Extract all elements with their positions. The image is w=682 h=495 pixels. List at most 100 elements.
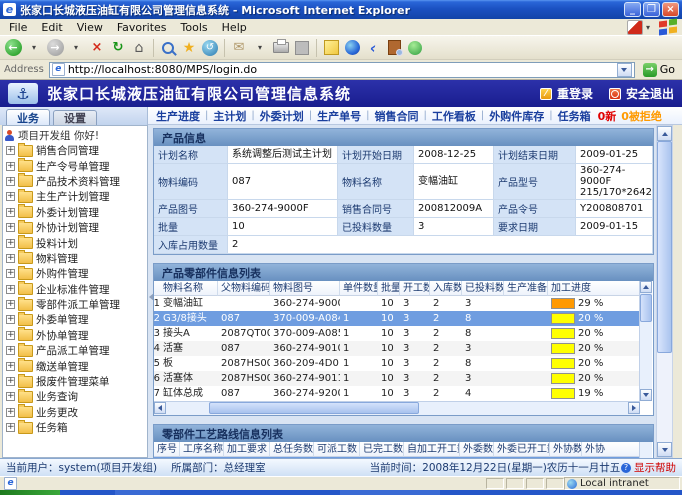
address-dropdown-icon[interactable]: [617, 63, 632, 77]
column-header[interactable]: 外协数: [550, 442, 582, 457]
stop-button[interactable]: ×: [88, 38, 106, 58]
column-header[interactable]: 已投料数: [462, 281, 504, 296]
sidebar-item[interactable]: +销售合同管理: [3, 143, 147, 158]
column-header[interactable]: 外委数: [460, 442, 494, 457]
relogin-button[interactable]: ⁄ 重登录: [540, 85, 593, 102]
column-header[interactable]: 生产准备: [504, 281, 548, 296]
sidebar-item[interactable]: +业务查询: [3, 389, 147, 404]
history-button[interactable]: ↺: [201, 38, 219, 58]
sidebar-item[interactable]: +投料计划: [3, 235, 147, 250]
sidebar-item[interactable]: +零部件派工单管理: [3, 297, 147, 312]
minimize-button[interactable]: _: [624, 2, 641, 17]
expand-icon[interactable]: +: [6, 269, 15, 278]
favorites-button[interactable]: ★: [180, 38, 198, 58]
home-button[interactable]: ⌂: [130, 38, 148, 58]
nav-item-2[interactable]: 外委计划: [260, 108, 304, 124]
sidebar-item[interactable]: +外购件管理: [3, 266, 147, 281]
scroll-left-icon[interactable]: [154, 402, 166, 414]
column-header[interactable]: 单件数量: [340, 281, 378, 296]
sidebar-item[interactable]: +主生产计划管理: [3, 189, 147, 204]
notes-button[interactable]: [322, 38, 340, 58]
nav-item-4[interactable]: 销售合同: [375, 108, 419, 124]
logout-button[interactable]: 安全退出: [609, 85, 674, 102]
expand-icon[interactable]: +: [6, 239, 15, 248]
sidebar-item[interactable]: +业务更改: [3, 405, 147, 420]
refresh-button[interactable]: ↻: [109, 38, 127, 58]
menu-item-tools[interactable]: Tools: [174, 20, 215, 35]
windows-taskbar[interactable]: [0, 490, 682, 495]
column-header[interactable]: 自加工开工数: [404, 442, 460, 457]
column-header[interactable]: 总任务数: [270, 442, 314, 457]
adobe-pdf-icon[interactable]: [627, 20, 643, 35]
scrollbar-thumb[interactable]: [209, 402, 419, 414]
expand-icon[interactable]: +: [6, 300, 15, 309]
column-header[interactable]: 工序名称: [180, 442, 224, 457]
expand-icon[interactable]: +: [6, 162, 15, 171]
sidebar-item[interactable]: +缴送单管理: [3, 358, 147, 373]
table-row[interactable]: 5板2087HS002360-209-4D01011032820 %: [154, 356, 640, 371]
flashget-icon[interactable]: ‹: [364, 38, 382, 58]
table-row[interactable]: 3接头A2087QT002370-009-A085011032820 %: [154, 326, 640, 341]
close-button[interactable]: ×: [662, 2, 679, 17]
expand-icon[interactable]: +: [6, 146, 15, 155]
menu-item-edit[interactable]: Edit: [34, 20, 69, 35]
expand-icon[interactable]: +: [6, 408, 15, 417]
menu-item-view[interactable]: View: [70, 20, 110, 35]
sidebar-item[interactable]: +外协计划管理: [3, 220, 147, 235]
sidebar-item[interactable]: +外协单管理: [3, 328, 147, 343]
column-header[interactable]: 开工数: [400, 281, 430, 296]
expand-icon[interactable]: +: [6, 377, 15, 386]
menu-item-favorites[interactable]: Favorites: [110, 20, 174, 35]
column-header[interactable]: 批量: [378, 281, 400, 296]
sidebar-item[interactable]: +生产令号单管理: [3, 158, 147, 173]
print-button[interactable]: [272, 38, 290, 58]
scroll-down-icon[interactable]: [657, 442, 672, 457]
sidebar-item[interactable]: +企业标准件管理: [3, 282, 147, 297]
column-header[interactable]: 加工要求: [224, 442, 270, 457]
expand-icon[interactable]: +: [6, 362, 15, 371]
expand-icon[interactable]: +: [6, 192, 15, 201]
nav-item-6[interactable]: 外购件库存: [489, 108, 544, 124]
messenger-icon[interactable]: [406, 38, 424, 58]
expand-icon[interactable]: +: [6, 346, 15, 355]
scroll-down-icon[interactable]: [640, 389, 652, 401]
address-input[interactable]: [68, 63, 614, 76]
parts-vertical-scrollbar[interactable]: [639, 281, 652, 401]
main-vertical-scrollbar[interactable]: [656, 125, 673, 458]
search-button[interactable]: [159, 38, 177, 58]
scrollbar-thumb[interactable]: [640, 294, 652, 322]
column-header[interactable]: 可派工数: [314, 442, 360, 457]
adobe-dropdown-icon[interactable]: ▾: [646, 23, 650, 32]
nav-item-7[interactable]: 任务箱: [558, 108, 591, 124]
mail-dropdown-icon[interactable]: ▾: [251, 38, 269, 58]
sidebar-item[interactable]: +报废件管理菜单: [3, 374, 147, 389]
edit-button[interactable]: [293, 38, 311, 58]
taskbar-button[interactable]: [340, 490, 440, 495]
forward-button[interactable]: →: [46, 38, 64, 58]
mail-button[interactable]: ✉: [230, 38, 248, 58]
nav-item-1[interactable]: 主计划: [213, 108, 246, 124]
column-header[interactable]: 物料图号: [270, 281, 340, 296]
scroll-up-icon[interactable]: [657, 126, 672, 141]
expand-icon[interactable]: +: [6, 254, 15, 263]
scrollbar-thumb[interactable]: [657, 141, 672, 353]
back-dropdown-icon[interactable]: ▾: [25, 38, 43, 58]
column-header[interactable]: 加工进度: [548, 281, 640, 296]
expand-icon[interactable]: +: [6, 208, 15, 217]
nav-item-5[interactable]: 工作看板: [432, 108, 476, 124]
column-header[interactable]: 序号: [154, 442, 180, 457]
column-header[interactable]: 物料名称: [160, 281, 218, 296]
menu-item-help[interactable]: Help: [215, 20, 254, 35]
column-header[interactable]: 入库数: [430, 281, 462, 296]
show-help-link[interactable]: ? 显示帮助: [621, 460, 676, 475]
expand-icon[interactable]: +: [6, 315, 15, 324]
expand-icon[interactable]: +: [6, 285, 15, 294]
column-header[interactable]: 外委已开工数: [494, 442, 550, 457]
expand-icon[interactable]: +: [6, 392, 15, 401]
sidebar-item[interactable]: +产品派工单管理: [3, 343, 147, 358]
table-row[interactable]: 4活塞087360-274-9010F11032320 %: [154, 341, 640, 356]
tab-business[interactable]: 业务: [6, 109, 50, 125]
start-button[interactable]: [0, 490, 60, 495]
sidebar-item[interactable]: +产品技术资料管理: [3, 174, 147, 189]
table-row[interactable]: 7缸体总成087360-274-9200F11032419 %: [154, 386, 640, 401]
